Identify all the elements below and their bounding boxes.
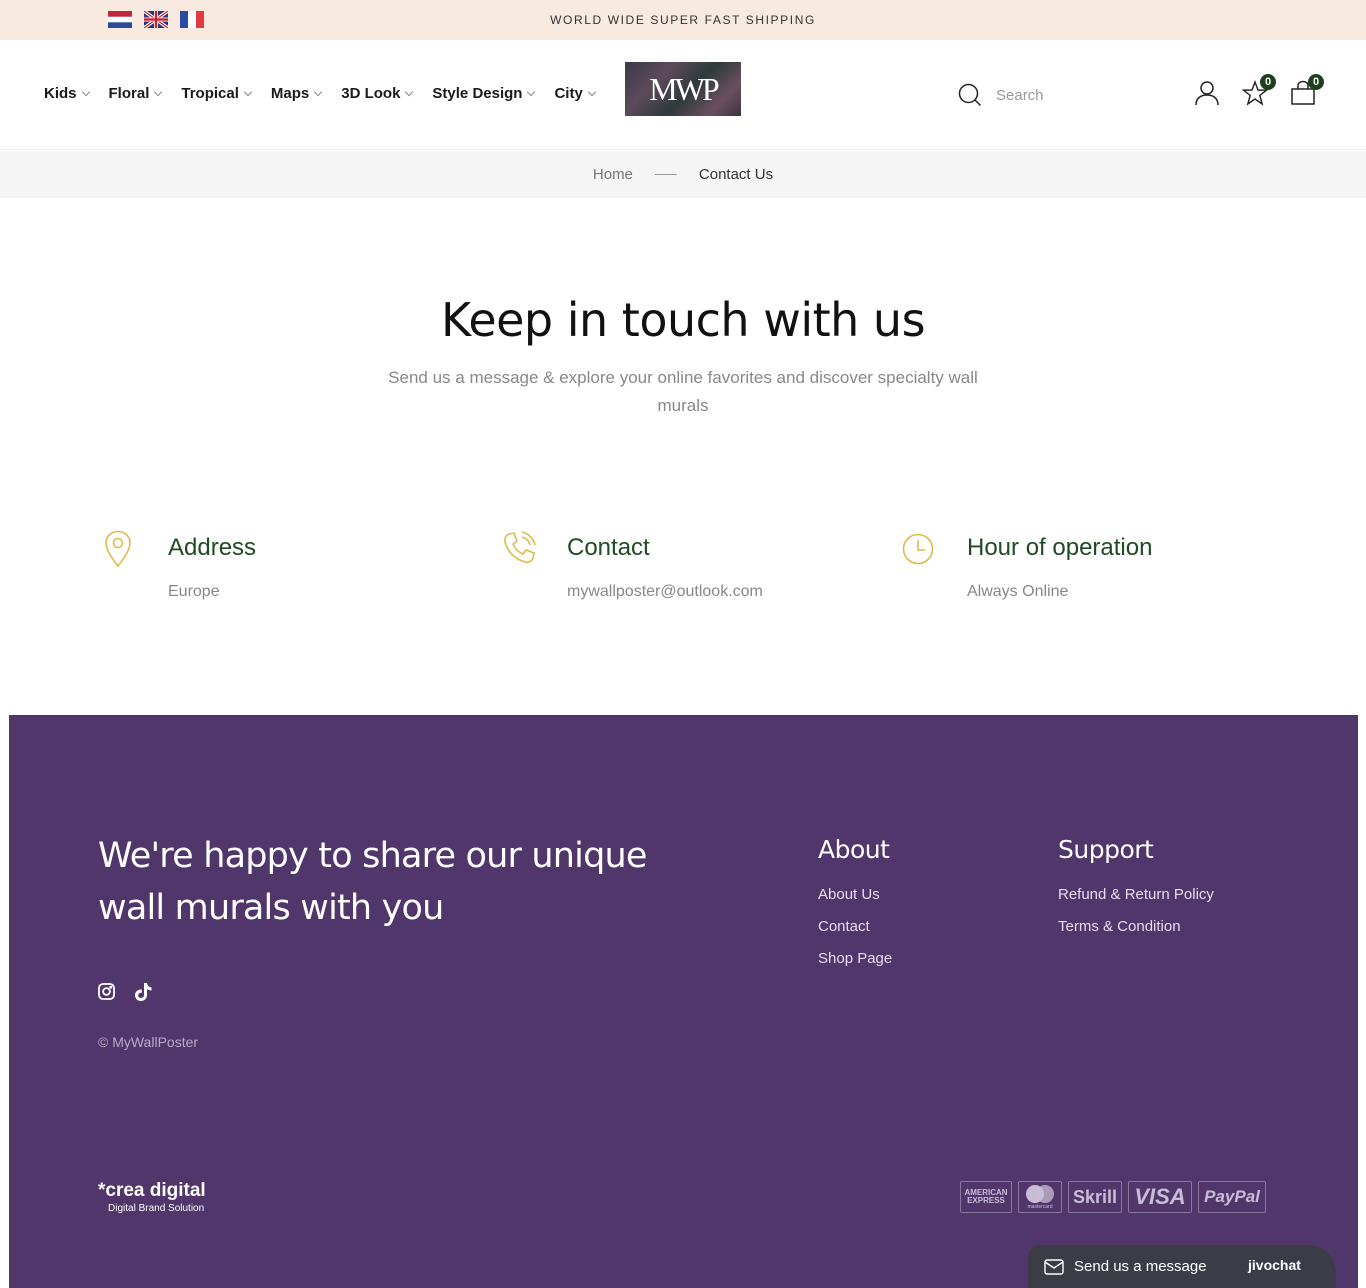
copyright: © MyWallPoster <box>98 1034 199 1050</box>
amex-icon: AMERICAN EXPRESS <box>960 1181 1012 1213</box>
hours-value: Always Online <box>967 583 1069 600</box>
footer-link-about-us[interactable]: About Us <box>818 886 892 903</box>
page-subtitle: Send us a message & explore your online … <box>388 368 978 415</box>
contact-title: Contact <box>567 534 650 561</box>
agency-name: *crea digital <box>98 1180 206 1201</box>
footer-about-title: About <box>818 835 890 864</box>
footer-support-title: Support <box>1058 835 1154 864</box>
site-header: Kids Floral Tropical Maps 3D Look Style … <box>0 40 1366 150</box>
breadcrumb-home-link[interactable]: Home <box>593 166 633 183</box>
agency-credit[interactable]: *crea digital Digital Brand Solution <box>98 1180 206 1214</box>
wishlist-count-badge: 0 <box>1260 74 1276 90</box>
chat-widget[interactable]: Send us a message jivochat <box>1028 1245 1336 1288</box>
address-title: Address <box>168 534 257 561</box>
mastercard-icon: mastercard <box>1018 1181 1062 1213</box>
nav-item-maps[interactable]: Maps <box>270 85 323 102</box>
account-button[interactable] <box>1194 80 1220 106</box>
nav-label: Floral <box>108 85 150 102</box>
footer-tagline: We're happy to share our unique wall mur… <box>98 836 647 928</box>
shipping-banner: WORLD WIDE SUPER FAST SHIPPING <box>550 13 816 27</box>
nav-label: Kids <box>44 85 77 102</box>
top-bar: WORLD WIDE SUPER FAST SHIPPING <box>0 0 1366 40</box>
contact-email[interactable]: mywallposter@outlook.com <box>567 583 763 601</box>
chevron-down-icon <box>587 87 597 96</box>
nav-label: Maps <box>270 85 310 102</box>
search-icon <box>958 83 982 107</box>
footer-link-refund-policy[interactable]: Refund & Return Policy <box>1058 886 1214 903</box>
nav-item-style-design[interactable]: Style Design <box>432 85 536 102</box>
chevron-down-icon <box>405 87 414 96</box>
nav-item-3d-look[interactable]: 3D Look <box>341 85 414 102</box>
tiktok-icon[interactable] <box>135 983 152 1001</box>
nav-item-city[interactable]: City <box>554 85 597 102</box>
chat-label: Send us a message <box>1074 1258 1207 1275</box>
hours-title: Hour of operation <box>967 534 1153 561</box>
site-footer: We're happy to share our unique wall mur… <box>9 715 1358 1288</box>
search-box[interactable]: Search <box>958 83 1044 107</box>
footer-link-terms[interactable]: Terms & Condition <box>1058 918 1214 935</box>
user-icon <box>1195 81 1219 106</box>
breadcrumb: Home Contact Us <box>0 151 1366 198</box>
clock-icon <box>903 533 934 565</box>
footer-support-column: Support Refund & Return Policy Terms & C… <box>1058 835 1214 950</box>
mastercard-label: mastercard <box>1027 1204 1053 1210</box>
nav-label: Tropical <box>181 85 239 102</box>
nav-label: City <box>554 85 583 102</box>
social-links <box>98 983 152 1001</box>
chevron-down-icon <box>313 87 323 96</box>
chevron-down-icon <box>154 87 163 96</box>
nav-item-tropical[interactable]: Tropical <box>181 85 253 102</box>
chevron-down-icon <box>81 87 90 96</box>
skrill-icon: Skrill <box>1068 1181 1122 1213</box>
chevron-down-icon <box>527 87 536 96</box>
logo-text: MWP <box>649 70 719 107</box>
visa-icon: VISA <box>1128 1181 1192 1213</box>
payment-methods: AMERICAN EXPRESS mastercard Skrill VISA … <box>960 1181 1266 1213</box>
envelope-icon <box>1044 1258 1064 1275</box>
phone-icon <box>504 531 536 564</box>
footer-link-shop-page[interactable]: Shop Page <box>818 950 892 967</box>
chat-brand: jivochat <box>1248 1257 1301 1273</box>
address-value: Europe <box>168 583 220 600</box>
location-pin-icon <box>105 530 131 568</box>
nav-item-floral[interactable]: Floral <box>108 85 163 102</box>
agency-tagline: Digital Brand Solution <box>108 1203 205 1214</box>
nav-label: 3D Look <box>341 85 401 102</box>
page-title: Keep in touch with us <box>440 293 926 347</box>
search-input[interactable]: Search <box>996 87 1044 104</box>
breadcrumb-current: Contact Us <box>698 166 774 183</box>
nav-label: Style Design <box>432 85 523 102</box>
header-actions: 0 0 <box>1194 74 1324 106</box>
instagram-icon[interactable] <box>98 983 115 1000</box>
site-logo[interactable]: MWP <box>625 62 741 116</box>
mastercard-circles <box>1026 1185 1054 1203</box>
cart-button[interactable]: 0 <box>1290 74 1324 106</box>
paypal-icon: PayPal <box>1198 1181 1266 1213</box>
footer-about-column: About About Us Contact Shop Page <box>818 835 892 982</box>
chevron-down-icon <box>243 87 253 96</box>
footer-link-contact[interactable]: Contact <box>818 918 892 935</box>
breadcrumb-separator <box>654 174 677 175</box>
cart-count-badge: 0 <box>1308 74 1324 90</box>
main-nav: Kids Floral Tropical Maps 3D Look Style … <box>44 85 615 102</box>
wishlist-button[interactable]: 0 <box>1241 74 1276 106</box>
nav-item-kids[interactable]: Kids <box>44 85 90 102</box>
